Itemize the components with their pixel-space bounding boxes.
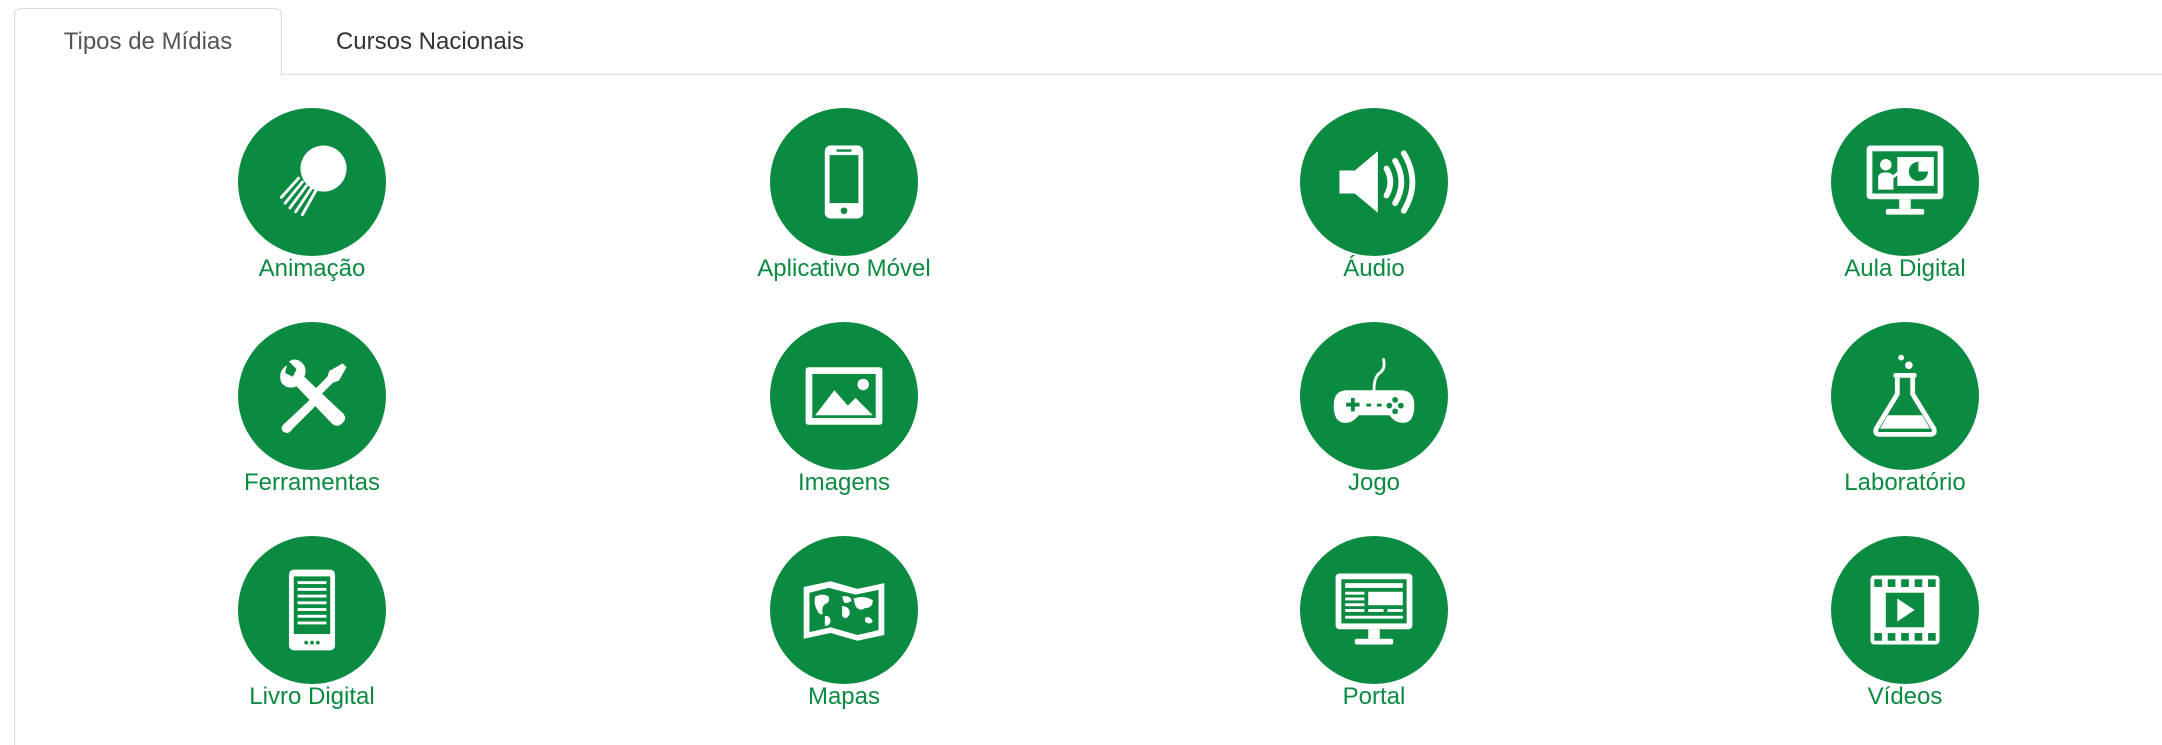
tab-label: Cursos Nacionais bbox=[335, 28, 525, 55]
media-item-label: Aplicativo Móvel bbox=[757, 255, 931, 282]
video-film-icon bbox=[1831, 536, 1979, 684]
mobile-phone-icon bbox=[770, 108, 918, 256]
media-item-label: Laboratório bbox=[1844, 469, 1966, 496]
media-item-label: Portal bbox=[1342, 683, 1406, 710]
media-item-aula-digital[interactable]: Aula Digital bbox=[1755, 108, 2055, 282]
media-item-laboratorio[interactable]: Laboratório bbox=[1755, 322, 2055, 496]
flask-icon bbox=[1831, 322, 1979, 470]
media-types-panel: Animação Aplicativo Móvel Áudio Aula Dig… bbox=[14, 75, 2162, 745]
media-item-ferramentas[interactable]: Ferramentas bbox=[162, 322, 462, 496]
ebook-icon bbox=[238, 536, 386, 684]
media-item-label: Livro Digital bbox=[249, 683, 375, 710]
tab-bar: Tipos de Mídias Cursos Nacionais bbox=[14, 0, 2162, 76]
media-item-label: Mapas bbox=[807, 683, 881, 710]
media-item-label: Áudio bbox=[1343, 255, 1405, 282]
media-item-animacao[interactable]: Animação bbox=[162, 108, 462, 282]
web-portal-icon bbox=[1300, 536, 1448, 684]
tab-label: Tipos de Mídias bbox=[63, 28, 233, 55]
media-item-label: Vídeos bbox=[1867, 683, 1943, 710]
world-map-icon bbox=[770, 536, 918, 684]
presentation-monitor-icon bbox=[1831, 108, 1979, 256]
media-item-audio[interactable]: Áudio bbox=[1224, 108, 1524, 282]
media-item-livro-digital[interactable]: Livro Digital bbox=[162, 536, 462, 710]
media-item-label: Jogo bbox=[1347, 469, 1401, 496]
animation-icon bbox=[238, 108, 386, 256]
tab-tipos-de-midias[interactable]: Tipos de Mídias bbox=[14, 8, 282, 76]
media-item-videos[interactable]: Vídeos bbox=[1755, 536, 2055, 710]
media-item-label: Aula Digital bbox=[1844, 255, 1966, 282]
media-item-aplicativo-movel[interactable]: Aplicativo Móvel bbox=[694, 108, 994, 282]
media-item-imagens[interactable]: Imagens bbox=[694, 322, 994, 496]
media-item-label: Imagens bbox=[797, 469, 891, 496]
media-item-label: Animação bbox=[258, 255, 366, 282]
image-icon bbox=[770, 322, 918, 470]
media-item-label: Ferramentas bbox=[243, 469, 381, 496]
tab-cursos-nacionais[interactable]: Cursos Nacionais bbox=[300, 8, 560, 76]
speaker-icon bbox=[1300, 108, 1448, 256]
tools-icon bbox=[238, 322, 386, 470]
media-item-jogo[interactable]: Jogo bbox=[1224, 322, 1524, 496]
media-types-grid: Animação Aplicativo Móvel Áudio Aula Dig… bbox=[15, 75, 2162, 745]
media-item-portal[interactable]: Portal bbox=[1224, 536, 1524, 710]
media-item-mapas[interactable]: Mapas bbox=[694, 536, 994, 710]
gamepad-icon bbox=[1300, 322, 1448, 470]
